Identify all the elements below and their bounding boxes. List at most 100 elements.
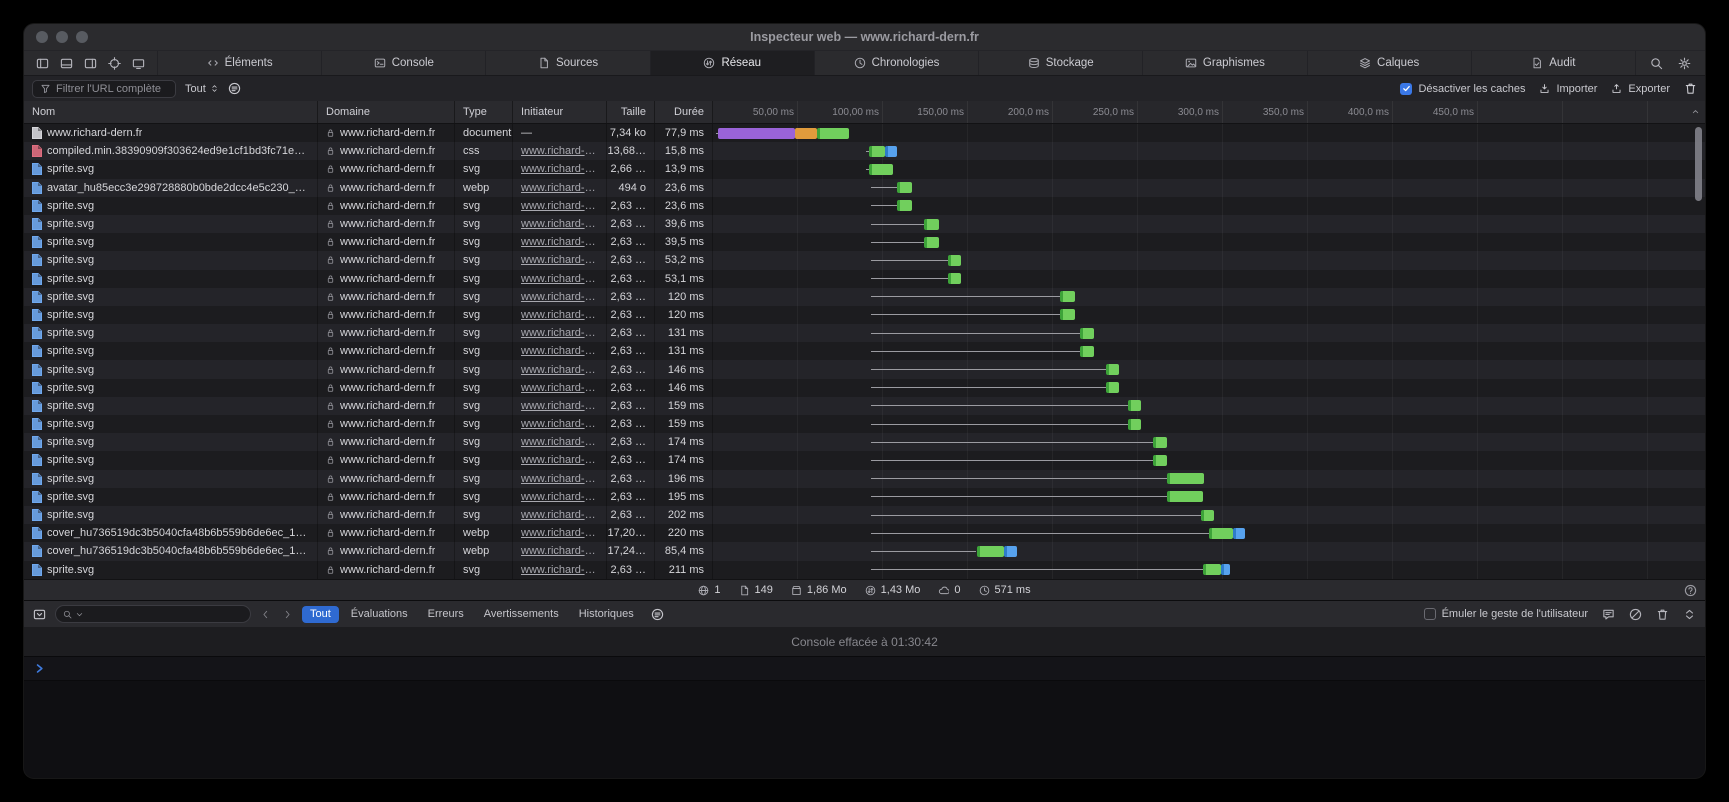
clear-network-trash-icon[interactable] bbox=[1684, 82, 1697, 95]
console-prompt[interactable] bbox=[24, 657, 1705, 681]
network-request-row[interactable]: sprite.svgwww.richard-dern.frsvgwww.rich… bbox=[24, 397, 1705, 415]
column-header-taille[interactable]: Taille bbox=[607, 101, 655, 123]
initiator-link[interactable]: www.richard-d… bbox=[521, 309, 598, 321]
console-scope-errors[interactable]: Erreurs bbox=[420, 606, 472, 623]
network-request-row[interactable]: sprite.svgwww.richard-dern.frsvgwww.rich… bbox=[24, 451, 1705, 469]
initiator-link[interactable]: www.richard-d… bbox=[521, 491, 598, 503]
network-request-row[interactable]: sprite.svgwww.richard-dern.frsvgwww.rich… bbox=[24, 433, 1705, 451]
column-header-type[interactable]: Type bbox=[455, 101, 513, 123]
initiator-link[interactable]: www.richard-d… bbox=[521, 564, 598, 576]
network-request-row[interactable]: avatar_hu85ecc3e298728880b0bde2dcc4e5c23… bbox=[24, 179, 1705, 197]
network-request-row[interactable]: sprite.svgwww.richard-dern.frsvgwww.rich… bbox=[24, 270, 1705, 288]
initiator-link[interactable]: www.richard-d… bbox=[521, 473, 598, 485]
toggle-left-sidebar-icon[interactable] bbox=[36, 57, 49, 70]
close-window-button[interactable] bbox=[36, 31, 48, 43]
console-scope-all[interactable]: Tout bbox=[302, 606, 339, 623]
initiator-link[interactable]: www.richard-d… bbox=[521, 145, 598, 157]
network-request-row[interactable]: compiled.min.38390909f303624ed9e1cf1bd3f… bbox=[24, 142, 1705, 160]
console-search-field[interactable] bbox=[55, 605, 251, 623]
resource-type-select[interactable]: Tout bbox=[185, 83, 219, 95]
network-request-row[interactable]: sprite.svgwww.richard-dern.frsvgwww.rich… bbox=[24, 160, 1705, 178]
network-request-row[interactable]: sprite.svgwww.richard-dern.frsvgwww.rich… bbox=[24, 488, 1705, 506]
network-request-row[interactable]: sprite.svgwww.richard-dern.frsvgwww.rich… bbox=[24, 470, 1705, 488]
initiator-link[interactable]: www.richard-d… bbox=[521, 436, 598, 448]
tab-layers[interactable]: Calques bbox=[1307, 51, 1471, 75]
initiator-link[interactable]: www.richard-d… bbox=[521, 418, 598, 430]
emulate-user-gesture-checkbox[interactable]: Émuler le geste de l'utilisateur bbox=[1424, 608, 1588, 620]
minimize-window-button[interactable] bbox=[56, 31, 68, 43]
network-request-row[interactable]: cover_hu736519dc3b5040cfa48b6b559b6de6ec… bbox=[24, 524, 1705, 542]
network-request-row[interactable]: sprite.svgwww.richard-dern.frsvgwww.rich… bbox=[24, 233, 1705, 251]
network-request-row[interactable]: sprite.svgwww.richard-dern.frsvgwww.rich… bbox=[24, 251, 1705, 269]
network-request-row[interactable]: sprite.svgwww.richard-dern.frsvgwww.rich… bbox=[24, 306, 1705, 324]
tab-console[interactable]: Console bbox=[321, 51, 485, 75]
initiator-link[interactable]: www.richard-d… bbox=[521, 163, 598, 175]
column-header-initiateur[interactable]: Initiateur bbox=[513, 101, 607, 123]
initiator-link[interactable]: www.richard-d… bbox=[521, 527, 598, 539]
console-scope-history[interactable]: Historiques bbox=[571, 606, 642, 623]
clear-console-icon[interactable] bbox=[1629, 608, 1642, 621]
disable-caches-checkbox[interactable]: Désactiver les caches bbox=[1400, 83, 1525, 95]
initiator-link[interactable]: www.richard-d… bbox=[521, 254, 598, 266]
network-request-row[interactable]: sprite.svgwww.richard-dern.frsvgwww.rich… bbox=[24, 561, 1705, 579]
device-settings-icon[interactable] bbox=[132, 57, 145, 70]
tab-network[interactable]: Réseau bbox=[650, 51, 814, 75]
url-filter-input[interactable] bbox=[56, 83, 168, 95]
collapse-waterfall-icon[interactable] bbox=[1691, 107, 1700, 116]
initiator-link[interactable]: www.richard-d… bbox=[521, 200, 598, 212]
console-search-input[interactable] bbox=[87, 608, 243, 620]
search-icon[interactable] bbox=[1650, 57, 1663, 70]
console-scope-evaluations[interactable]: Évaluations bbox=[343, 606, 416, 623]
console-scope-box-icon[interactable] bbox=[33, 608, 46, 621]
tab-storage[interactable]: Stockage bbox=[978, 51, 1142, 75]
initiator-link[interactable]: www.richard-d… bbox=[521, 327, 598, 339]
network-request-row[interactable]: sprite.svgwww.richard-dern.frsvgwww.rich… bbox=[24, 324, 1705, 342]
initiator-link[interactable]: www.richard-d… bbox=[521, 236, 598, 248]
network-request-row[interactable]: sprite.svgwww.richard-dern.frsvgwww.rich… bbox=[24, 506, 1705, 524]
initiator-link[interactable]: www.richard-d… bbox=[521, 454, 598, 466]
console-messages-icon[interactable] bbox=[1602, 608, 1615, 621]
tab-audit[interactable]: Audit bbox=[1471, 51, 1635, 75]
url-filter-field[interactable] bbox=[32, 80, 176, 98]
element-picker-icon[interactable] bbox=[108, 57, 121, 70]
initiator-link[interactable]: www.richard-d… bbox=[521, 382, 598, 394]
toggle-bottom-panel-icon[interactable] bbox=[60, 57, 73, 70]
network-request-row[interactable]: sprite.svgwww.richard-dern.frsvgwww.rich… bbox=[24, 197, 1705, 215]
tab-graphics[interactable]: Graphismes bbox=[1142, 51, 1306, 75]
column-header-nom[interactable]: Nom bbox=[24, 101, 318, 123]
network-request-row[interactable]: sprite.svgwww.richard-dern.frsvgwww.rich… bbox=[24, 215, 1705, 233]
initiator-link[interactable]: www.richard-d… bbox=[521, 182, 598, 194]
tab-sources[interactable]: Sources bbox=[485, 51, 649, 75]
console-trash-icon[interactable] bbox=[1656, 608, 1669, 621]
zoom-window-button[interactable] bbox=[76, 31, 88, 43]
vertical-scrollbar[interactable] bbox=[1695, 127, 1702, 201]
network-request-row[interactable]: sprite.svgwww.richard-dern.frsvgwww.rich… bbox=[24, 415, 1705, 433]
import-button[interactable]: Importer bbox=[1539, 83, 1597, 95]
network-request-row[interactable]: sprite.svgwww.richard-dern.frsvgwww.rich… bbox=[24, 288, 1705, 306]
network-request-row[interactable]: cover_hu736519dc3b5040cfa48b6b559b6de6ec… bbox=[24, 542, 1705, 560]
network-request-row[interactable]: sprite.svgwww.richard-dern.frsvgwww.rich… bbox=[24, 360, 1705, 378]
export-button[interactable]: Exporter bbox=[1611, 83, 1670, 95]
help-icon[interactable] bbox=[1684, 584, 1697, 597]
network-request-row[interactable]: sprite.svgwww.richard-dern.frsvgwww.rich… bbox=[24, 379, 1705, 397]
network-request-row[interactable]: sprite.svgwww.richard-dern.frsvgwww.rich… bbox=[24, 342, 1705, 360]
initiator-link[interactable]: www.richard-d… bbox=[521, 400, 598, 412]
tab-elements[interactable]: Éléments bbox=[157, 51, 321, 75]
previous-result-icon[interactable] bbox=[260, 609, 271, 620]
next-result-icon[interactable] bbox=[282, 609, 293, 620]
initiator-link[interactable]: www.richard-d… bbox=[521, 273, 598, 285]
filter-options-icon[interactable] bbox=[228, 82, 241, 95]
column-header-duree[interactable]: Durée bbox=[655, 101, 713, 123]
console-options-icon[interactable] bbox=[651, 608, 664, 621]
initiator-link[interactable]: www.richard-d… bbox=[521, 218, 598, 230]
console-scope-warnings[interactable]: Avertissements bbox=[476, 606, 567, 623]
resize-console-icon[interactable] bbox=[1683, 608, 1696, 621]
initiator-link[interactable]: www.richard-d… bbox=[521, 509, 598, 521]
network-request-row[interactable]: www.richard-dern.frwww.richard-dern.frdo… bbox=[24, 124, 1705, 142]
initiator-link[interactable]: www.richard-d… bbox=[521, 291, 598, 303]
initiator-link[interactable]: www.richard-d… bbox=[521, 364, 598, 376]
initiator-link[interactable]: www.richard-d… bbox=[521, 345, 598, 357]
toggle-right-sidebar-icon[interactable] bbox=[84, 57, 97, 70]
tab-timelines[interactable]: Chronologies bbox=[814, 51, 978, 75]
settings-gear-icon[interactable] bbox=[1678, 57, 1691, 70]
